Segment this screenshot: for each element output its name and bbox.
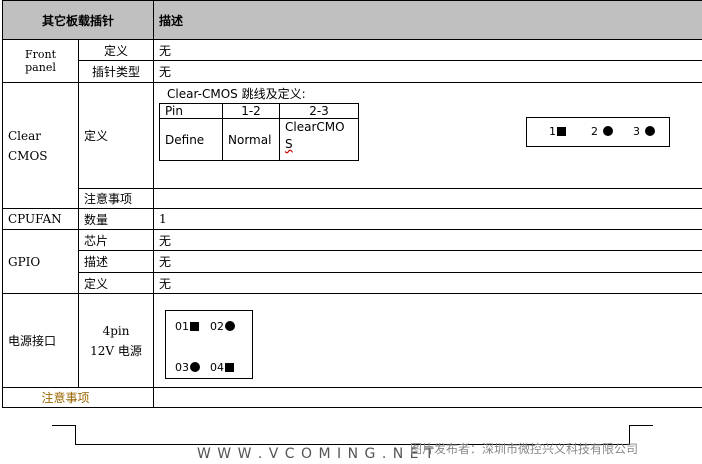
gpio-key: 芯片 xyxy=(77,229,155,251)
gpio-value: 无 xyxy=(153,272,702,294)
front-panel-key-def: 定义 xyxy=(77,39,155,61)
notes-value xyxy=(153,387,702,408)
clear-cmos-label-line2: CMOS xyxy=(8,148,48,163)
pin-04: 04 xyxy=(210,361,234,374)
table-header-row: 其它板载插针 描述 xyxy=(1,0,702,40)
square-pin-icon xyxy=(225,363,234,372)
jumper-table: Pin 1-2 2-3 Define Normal ClearCMO S xyxy=(159,103,360,161)
power-key: 4pin 12V 电源 xyxy=(77,293,155,388)
gpio-value: 无 xyxy=(153,250,702,273)
clear-cmos-pin-diagram: 1 2 3 xyxy=(526,117,670,147)
header-col2: 描述 xyxy=(153,0,702,40)
watermark-publisher: 图片发布者：深圳市微控兴义科技有限公司 xyxy=(410,442,639,456)
footer-bracket-left xyxy=(75,425,76,445)
pin-02: 02 xyxy=(210,320,235,333)
board-header-table: 其它板载插针 描述 Front panel 定义 无 插针类型 无 Clear … xyxy=(1,0,702,408)
table-row: 电源接口 4pin 12V 电源 xyxy=(2,293,702,388)
cpufan-label: CPUFAN xyxy=(2,208,79,230)
clear-cmos-key-note: 注意事项 xyxy=(77,188,155,209)
pin-01: 01 xyxy=(175,320,199,333)
footer-bracket-left-top xyxy=(52,425,76,426)
clear-cmos-label: Clear CMOS xyxy=(2,82,79,209)
clear-cmos-note-value xyxy=(153,188,702,209)
pin-number: 1 xyxy=(549,125,556,138)
power-key-line1: 4pin xyxy=(102,323,130,338)
power-label: 电源接口 xyxy=(2,293,79,388)
square-pin-icon xyxy=(190,322,199,331)
pin-number: 02 xyxy=(210,320,224,333)
gpio-label: GPIO xyxy=(2,229,79,294)
front-panel-value-type: 无 xyxy=(153,60,702,83)
table-row: 描述 无 xyxy=(3,250,702,273)
footer-bracket-right-top xyxy=(629,425,653,426)
pin-number: 04 xyxy=(210,361,224,374)
pin-3: 3 xyxy=(633,125,655,138)
jumper-clearcmos-line1: ClearCMO xyxy=(285,120,345,134)
jumper-cell-clearcmos: ClearCMO S xyxy=(279,118,360,161)
footer-website: W W W . V C O M I N G . N E T xyxy=(197,446,435,462)
clear-cmos-key-def: 定义 xyxy=(77,82,155,189)
cpufan-value: 1 xyxy=(153,208,702,230)
table-row: 定义 无 xyxy=(3,272,702,294)
gpio-value: 无 xyxy=(153,229,702,251)
jumper-table-row: Define Normal ClearCMO S xyxy=(159,118,360,161)
pin-number: 03 xyxy=(175,361,189,374)
notes-label: 注意事项 xyxy=(1,387,155,408)
jumper-cell: Pin xyxy=(159,103,224,119)
jumper-cell: 1-2 xyxy=(222,103,281,119)
front-panel-value-def: 无 xyxy=(153,39,702,61)
pin-1: 1 xyxy=(549,125,566,138)
table-row: 注意事项 xyxy=(3,188,702,209)
power-pin-diagram: 01 02 03 04 xyxy=(165,310,253,379)
header-col1: 其它板载插针 xyxy=(1,0,155,40)
cpufan-key: 数量 xyxy=(77,208,155,230)
jumper-cell: Normal xyxy=(222,118,281,161)
pin-number: 01 xyxy=(175,320,189,333)
table-row: Front panel 定义 无 xyxy=(2,39,702,83)
table-row: CPUFAN 数量 1 xyxy=(2,208,702,230)
round-pin-icon xyxy=(225,321,235,331)
clear-cmos-label-line1: Clear xyxy=(8,128,42,143)
table-row: 插针类型 无 xyxy=(3,60,702,83)
jumper-clearcmos-line2: S xyxy=(285,137,293,151)
table-row: 注意事项 xyxy=(1,387,702,408)
jumper-cell: Define xyxy=(159,118,224,161)
pin-number: 2 xyxy=(591,125,598,138)
pin-2: 2 xyxy=(591,125,613,138)
jumper-table-header: Pin 1-2 2-3 xyxy=(159,103,360,119)
gpio-key: 描述 xyxy=(77,250,155,273)
pin-03: 03 xyxy=(175,361,200,374)
round-pin-icon xyxy=(602,126,613,136)
power-key-line2: 12V 电源 xyxy=(90,343,142,358)
clear-cmos-desc: Clear-CMOS 跳线及定义: xyxy=(167,87,306,101)
round-pin-icon xyxy=(644,126,655,136)
gpio-key: 定义 xyxy=(77,272,155,294)
square-pin-icon xyxy=(557,127,566,136)
pin-number: 3 xyxy=(633,125,640,138)
front-panel-key-type: 插针类型 xyxy=(77,60,155,83)
round-pin-icon xyxy=(190,362,200,372)
front-panel-label: Front panel xyxy=(2,39,79,83)
jumper-cell: 2-3 xyxy=(279,103,360,119)
table-row: GPIO 芯片 无 xyxy=(2,229,702,294)
